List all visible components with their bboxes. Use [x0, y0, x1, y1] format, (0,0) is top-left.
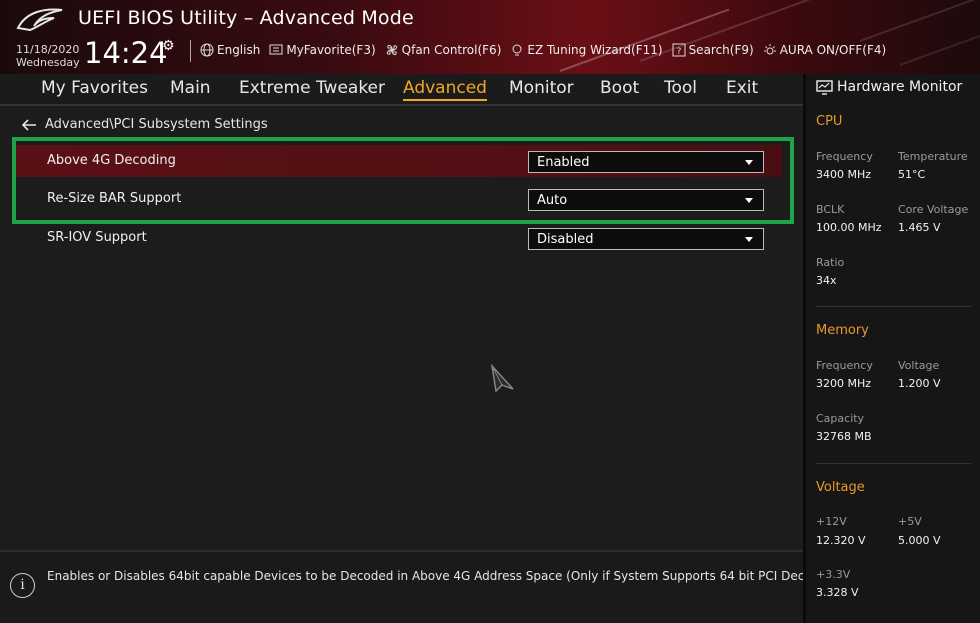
tab-monitor[interactable]: Monitor [509, 78, 574, 98]
back-arrow-icon[interactable] [22, 118, 37, 131]
bclk-label: BCLK [816, 203, 845, 216]
sr-iov-support-dropdown[interactable]: Disabled [528, 228, 764, 250]
qfan-control-button[interactable]: Qfan Control(F6) [385, 43, 502, 57]
hardware-monitor-title-text: Hardware Monitor [837, 79, 963, 95]
app-title: UEFI BIOS Utility – Advanced Mode [78, 7, 414, 29]
memory-voltage-label: Voltage [898, 359, 940, 372]
v12-value: 12.320 V [816, 534, 866, 547]
help-bar: i Enables or Disables 64bit capable Devi… [0, 550, 846, 623]
tab-tool[interactable]: Tool [664, 78, 697, 98]
monitor-icon [816, 79, 833, 95]
help-text: Enables or Disables 64bit capable Device… [47, 569, 847, 583]
dropdown-value: Enabled [537, 155, 590, 170]
divider [190, 40, 191, 62]
setting-label: SR-IOV Support [47, 230, 147, 245]
setting-label: Above 4G Decoding [47, 153, 176, 168]
memory-heading: Memory [816, 323, 869, 338]
rog-logo-icon [16, 8, 63, 32]
v12-label: +12V [816, 515, 847, 528]
language-button[interactable]: English [200, 43, 260, 57]
svg-text:?: ? [676, 47, 681, 57]
hardware-monitor-panel: Hardware Monitor CPU Frequency 3400 MHz … [806, 74, 980, 623]
aura-toggle-button[interactable]: AURA ON/OFF(F4) [763, 43, 886, 57]
v5-value: 5.000 V [898, 534, 941, 547]
globe-icon [200, 43, 214, 57]
settings-panel: Advanced\PCI Subsystem Settings Above 4G… [0, 106, 803, 550]
main-nav: My Favorites Main Extreme Tweaker Advanc… [0, 74, 803, 104]
date-display: 11/18/2020 Wednesday [16, 43, 80, 69]
ratio-value: 34x [816, 274, 837, 287]
capacity-value: 32768 MB [816, 430, 872, 443]
above-4g-decoding-dropdown[interactable]: Enabled [528, 151, 764, 173]
qfan-control-label: Qfan Control(F6) [401, 43, 502, 57]
toolbar: English MyFavorite(F3) Qfan Control(F6) … [200, 43, 886, 57]
bclk-value: 100.00 MHz [816, 221, 882, 234]
cpu-frequency-label: Frequency [816, 150, 873, 163]
breadcrumb[interactable]: Advanced\PCI Subsystem Settings [22, 117, 268, 132]
cpu-temperature-value: 51°C [898, 168, 926, 181]
tab-extreme-tweaker[interactable]: Extreme Tweaker [239, 78, 385, 98]
tab-main[interactable]: Main [170, 78, 211, 98]
mouse-cursor-icon [490, 364, 514, 393]
date-text: 11/18/2020 [16, 43, 80, 56]
v33-value: 3.328 V [816, 586, 859, 599]
tab-my-favorites[interactable]: My Favorites [41, 78, 148, 98]
ez-tuning-wizard-label: EZ Tuning Wizard(F11) [527, 43, 663, 57]
chevron-down-icon [745, 198, 753, 203]
setting-row-sr-iov-support[interactable]: SR-IOV Support Disabled [16, 222, 782, 254]
dropdown-value: Auto [537, 193, 568, 208]
search-button[interactable]: ? Search(F9) [672, 43, 754, 57]
ez-tuning-wizard-button[interactable]: EZ Tuning Wizard(F11) [510, 43, 663, 57]
gear-icon[interactable]: ⚙ [162, 38, 175, 54]
help-box-icon: ? [672, 43, 686, 57]
memory-frequency-label: Frequency [816, 359, 873, 372]
core-voltage-label: Core Voltage [898, 203, 969, 216]
chevron-down-icon [745, 237, 753, 242]
v33-label: +3.3V [816, 568, 851, 581]
language-label: English [217, 43, 261, 57]
myfavorite-label: MyFavorite(F3) [286, 43, 376, 57]
chevron-down-icon [745, 160, 753, 165]
core-voltage-value: 1.465 V [898, 221, 941, 234]
divider [816, 306, 971, 307]
tab-exit[interactable]: Exit [726, 78, 758, 98]
dropdown-value: Disabled [537, 232, 594, 247]
cpu-heading: CPU [816, 114, 843, 129]
v5-label: +5V [898, 515, 922, 528]
aura-toggle-label: AURA ON/OFF(F4) [779, 43, 887, 57]
cpu-frequency-value: 3400 MHz [816, 168, 872, 181]
ratio-label: Ratio [816, 256, 845, 269]
cpu-temperature-label: Temperature [898, 150, 968, 163]
capacity-label: Capacity [816, 412, 865, 425]
resize-bar-support-dropdown[interactable]: Auto [528, 189, 764, 211]
search-label: Search(F9) [688, 43, 754, 57]
voltage-heading: Voltage [816, 480, 865, 495]
setting-label: Re-Size BAR Support [47, 191, 182, 206]
info-icon: i [10, 573, 35, 598]
tab-advanced[interactable]: Advanced [403, 78, 487, 101]
hardware-monitor-title: Hardware Monitor [816, 79, 962, 95]
tab-boot[interactable]: Boot [600, 78, 639, 98]
fan-icon [386, 44, 397, 56]
monitor-icon [269, 44, 283, 55]
bulb-icon [512, 44, 522, 56]
memory-frequency-value: 3200 MHz [816, 377, 872, 390]
memory-voltage-value: 1.200 V [898, 377, 941, 390]
setting-row-above-4g-decoding[interactable]: Above 4G Decoding Enabled [16, 145, 782, 177]
weekday-text: Wednesday [16, 56, 80, 69]
breadcrumb-text: Advanced\PCI Subsystem Settings [45, 117, 268, 132]
myfavorite-button[interactable]: MyFavorite(F3) [269, 43, 376, 57]
divider [816, 463, 971, 464]
clock-display: 14:24 [84, 36, 168, 70]
setting-row-resize-bar-support[interactable]: Re-Size BAR Support Auto [16, 183, 782, 215]
header-bar: UEFI BIOS Utility – Advanced Mode 11/18/… [0, 0, 980, 74]
sun-icon [763, 44, 776, 55]
